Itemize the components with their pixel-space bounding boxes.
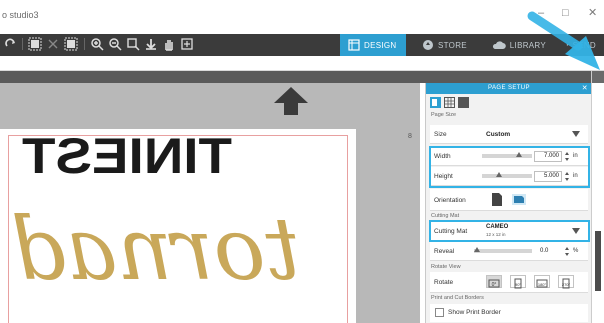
size-dropdown-chevron-icon[interactable]: [572, 131, 580, 137]
close-button[interactable]: ✕: [588, 8, 597, 19]
design-text-script[interactable]: tornad: [11, 200, 300, 300]
show-print-border-checkbox[interactable]: [435, 308, 444, 317]
tab-send[interactable]: SEND: [558, 34, 604, 56]
toolbar-separator: [22, 38, 23, 50]
toolbar-separator: [84, 38, 85, 50]
panel-close-button[interactable]: ✕: [582, 83, 588, 94]
design-canvas[interactable]: 8 TINIEST tornad: [0, 83, 420, 323]
design-text-tiniest[interactable]: TINIEST: [22, 129, 232, 184]
cutting-mat-highlight-box: [429, 220, 590, 242]
portrait-icon[interactable]: [492, 193, 502, 206]
strip-header: [592, 71, 604, 83]
zoom-in-icon[interactable]: [90, 37, 104, 51]
size-row: Size Custom: [430, 125, 588, 144]
page-view-icon[interactable]: [180, 37, 194, 51]
page-setup-header: PAGE SETUP ✕: [426, 83, 592, 94]
orientation-label: Orientation: [434, 197, 466, 204]
tab-design[interactable]: DESIGN: [340, 34, 406, 56]
ruler-mark: 8: [408, 133, 412, 140]
size-highlight-box: [429, 146, 590, 188]
reveal-slider-thumb[interactable]: [474, 247, 480, 252]
reveal-label: Reveal: [434, 248, 455, 255]
redo-icon[interactable]: [4, 37, 18, 51]
minimize-button[interactable]: –: [538, 8, 544, 19]
deselect-icon[interactable]: [46, 37, 60, 51]
show-print-border-row: Show Print Border: [430, 304, 588, 322]
fit-to-page-icon[interactable]: [144, 37, 158, 51]
rotate-90-icon: 90°: [514, 278, 522, 289]
background-icon[interactable]: [458, 97, 469, 108]
rotate-row: Rotate 0° 90° 180° 270°: [430, 272, 588, 293]
orientation-row: Orientation: [430, 189, 588, 211]
page-setup-mode-icons: [430, 97, 469, 109]
landscape-icon[interactable]: [512, 194, 526, 205]
print-cut-section-label: Print and Cut Borders: [431, 295, 484, 301]
cutting-mat-area[interactable]: TINIEST tornad: [0, 129, 356, 323]
reveal-unit: %: [573, 248, 579, 254]
rotate-0-button[interactable]: 0°: [486, 275, 502, 288]
reveal-row: Reveal 0.0 %: [430, 242, 588, 261]
main-toolbar: DESIGN STORE LIBRARY SEND: [0, 34, 604, 56]
send-icon: [566, 43, 569, 47]
select-all-icon[interactable]: [28, 37, 42, 51]
tab-store[interactable]: STORE: [414, 34, 478, 56]
show-print-border-label: Show Print Border: [448, 309, 501, 316]
app-title: o studio3: [2, 10, 39, 20]
rotate-180-icon: 180°: [536, 279, 548, 288]
rotate-0-icon: 0°: [488, 279, 500, 288]
reveal-spinner-icon[interactable]: [564, 246, 570, 257]
rotate-90-text: 90°: [515, 282, 521, 287]
design-artwork[interactable]: TINIEST tornad: [0, 129, 356, 323]
vertical-scrollbar[interactable]: [595, 231, 601, 291]
tab-design-label: DESIGN: [364, 40, 397, 50]
zoom-selected-icon[interactable]: [126, 37, 140, 51]
store-icon: [423, 40, 433, 50]
rotate-270-icon: 270°: [562, 278, 571, 289]
zoom-out-icon[interactable]: [108, 37, 122, 51]
design-icon: [348, 39, 360, 51]
reveal-input[interactable]: 0.0: [540, 248, 548, 254]
app-window: o studio3 – □ ✕ DESIGN STORE LIBRARY SEN…: [0, 0, 604, 323]
rotate-180-text: 180°: [538, 282, 547, 287]
right-side-strip: [591, 71, 604, 323]
page-setup-icon[interactable]: [430, 97, 441, 108]
tab-send-label: SEND: [572, 40, 596, 50]
tab-library[interactable]: LIBRARY: [484, 34, 554, 56]
tab-store-label: STORE: [438, 40, 467, 50]
size-select[interactable]: Custom: [486, 131, 510, 138]
rotate-90-button[interactable]: 90°: [510, 275, 526, 289]
grid-icon[interactable]: [444, 97, 455, 108]
title-bar: o studio3 – □ ✕: [0, 0, 604, 34]
tab-library-label: LIBRARY: [509, 40, 546, 50]
cutting-mat-section-label: Cutting Mat: [431, 213, 460, 219]
page-size-section-label: Page Size: [431, 112, 457, 118]
page-setup-title: PAGE SETUP: [488, 85, 530, 91]
page-setup-panel: PAGE SETUP ✕ Page Size Size Custom Width…: [425, 83, 592, 323]
maximize-button[interactable]: □: [562, 8, 569, 19]
rotate-270-button[interactable]: 270°: [558, 275, 574, 289]
rotate-0-text: 0°: [492, 282, 497, 288]
sub-toolbar: [0, 56, 604, 71]
size-label: Size: [434, 131, 447, 138]
reveal-slider[interactable]: [474, 249, 532, 253]
pan-hand-icon[interactable]: [162, 37, 176, 51]
rotate-view-section-label: Rotate View: [431, 264, 461, 270]
move-to-top-arrow-icon[interactable]: [274, 87, 308, 115]
rotate-180-button[interactable]: 180°: [534, 275, 550, 288]
rotate-label: Rotate: [434, 279, 454, 286]
rotate-270-text: 270°: [562, 282, 571, 287]
ruler-band: [0, 71, 604, 83]
cloud-icon: [492, 41, 506, 49]
select-by-color-icon[interactable]: [64, 37, 78, 51]
